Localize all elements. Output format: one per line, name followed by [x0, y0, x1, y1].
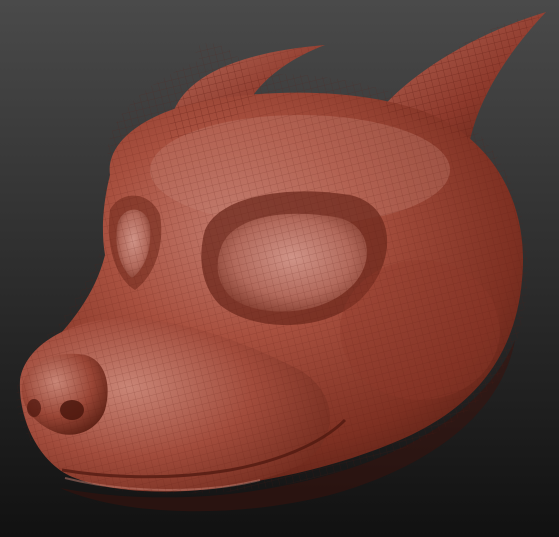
render-view — [0, 0, 559, 537]
viewport-canvas — [0, 0, 559, 537]
